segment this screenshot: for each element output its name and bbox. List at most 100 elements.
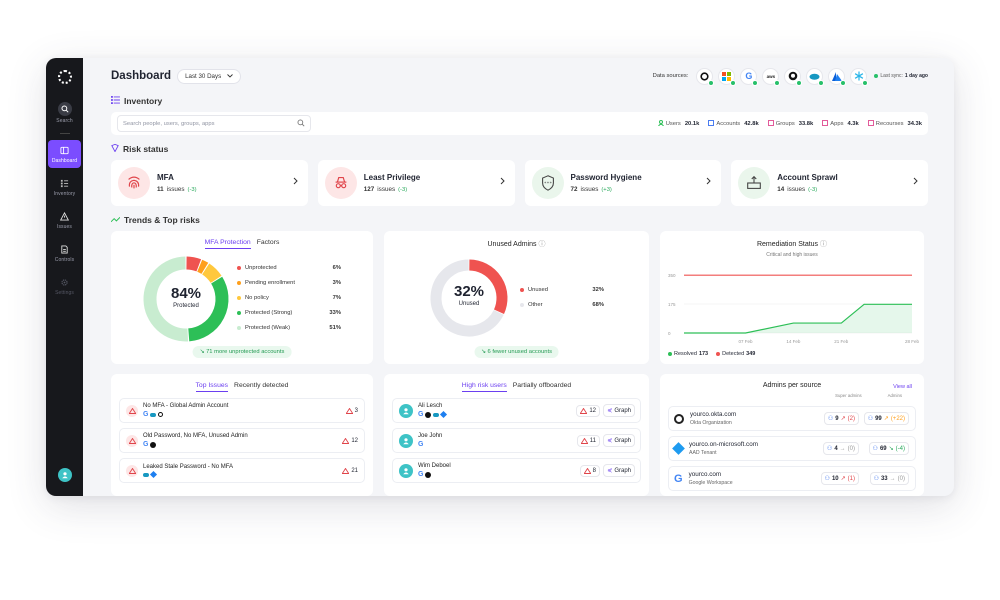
- admins-count: ⚇ 69 ↘ (-4): [868, 442, 909, 455]
- legend-label: Detected: [722, 351, 745, 357]
- donut-slice[interactable]: [201, 263, 222, 284]
- sidebar-item-settings[interactable]: Settings: [46, 272, 83, 300]
- trend-indicator: ↗: [840, 416, 846, 422]
- issue-count: 11: [157, 186, 164, 193]
- google-source-icon[interactable]: G: [740, 67, 759, 86]
- count-label: Users: [665, 120, 681, 127]
- last-sync-value: 1 day ago: [904, 73, 928, 79]
- microsoft-source-icon[interactable]: [718, 67, 737, 86]
- remediation-status-panel: Remediation Status ⓘ Critical and high i…: [660, 231, 924, 364]
- issue-title: No MFA - Global Admin Account: [143, 403, 229, 409]
- risk-card-least-privilege[interactable]: Least Privilege 127 issues (-3): [317, 160, 515, 206]
- donut-slice[interactable]: [197, 259, 209, 274]
- count-apps[interactable]: Apps 4.3k: [822, 119, 859, 128]
- chevron-right-icon: [293, 177, 298, 188]
- last-sync-label: Last sync:: [880, 73, 903, 79]
- legend-label: Unused: [528, 286, 548, 293]
- list-item[interactable]: Ali Lesch G 12 ⋞ Graph: [392, 398, 641, 423]
- user-avatar[interactable]: [57, 468, 72, 482]
- bottom-panels: Top Issues Recently detected No MFA - Gl…: [111, 374, 928, 496]
- unused-admins-footer-badge[interactable]: ↘ 6 fewer unused accounts: [474, 346, 559, 358]
- sidebar: Search Dashboard Inventory Issues Contro…: [46, 58, 83, 496]
- legend-label: Other: [528, 301, 543, 308]
- period-dropdown[interactable]: Last 30 Days: [177, 68, 242, 84]
- source-row[interactable]: yourco.on-microsoft.com AAD Tenant ⚇ 4 → (0)…: [668, 436, 916, 461]
- source-row[interactable]: G yourco.com Google Workspace ⚇ 10 ↗ (1) ⚇ 33…: [668, 466, 916, 491]
- count-recourses[interactable]: Recourses 34.3k: [867, 119, 922, 128]
- aws-source-icon[interactable]: aws: [762, 67, 781, 86]
- list-item[interactable]: Wim Deboel G 8 ⋞ Graph: [392, 458, 641, 483]
- tab-partially-offboarded[interactable]: Partially offboarded: [513, 382, 571, 392]
- sidebar-item-search[interactable]: Search: [46, 98, 83, 128]
- y-tick-label: 350: [668, 273, 676, 278]
- group-icon: [767, 119, 774, 128]
- sidebar-item-issues[interactable]: Issues: [46, 206, 83, 234]
- source-org: Okta Organization: [690, 420, 732, 426]
- view-all-link[interactable]: View all: [893, 384, 912, 390]
- legend-dot: [520, 302, 524, 307]
- list-item[interactable]: No MFA - Global Admin Account G 3: [119, 398, 365, 423]
- count-users[interactable]: Users 20.1k: [657, 119, 700, 128]
- tab-factors[interactable]: Factors: [257, 239, 280, 249]
- tab-recently-detected[interactable]: Recently detected: [234, 382, 288, 392]
- source-row[interactable]: yourco.okta.com Okta Organization ⚇ 9 ↗ (2) …: [668, 406, 916, 431]
- count-value: 33: [880, 475, 888, 482]
- inventory-title: Inventory: [124, 96, 163, 106]
- tab-mfa-protection[interactable]: MFA Protection: [204, 239, 251, 249]
- sidebar-item-controls[interactable]: Controls: [46, 239, 83, 267]
- list-icon: [59, 177, 71, 189]
- admin-icon: ⚇: [872, 446, 878, 452]
- panel-title: Remediation Status: [756, 241, 819, 248]
- github-source-icon[interactable]: [784, 67, 803, 86]
- count-value: 3: [354, 407, 358, 414]
- sidebar-item-dashboard[interactable]: Dashboard: [48, 140, 81, 168]
- list-item[interactable]: Joe John G 11 ⋞ Graph: [392, 428, 641, 453]
- inventory-bar: Search people, users, groups, apps Users…: [111, 112, 928, 135]
- count-value: 20.1k: [684, 120, 700, 127]
- issue-count: 3: [345, 407, 358, 414]
- count-value: 4.3k: [847, 120, 859, 127]
- sidebar-item-label: Search: [56, 118, 73, 124]
- last-sync: Last sync: 1 day ago: [874, 73, 928, 79]
- delta-value: (0): [897, 475, 905, 482]
- trend-indicator: ↗: [883, 416, 889, 422]
- count-value: 42.8k: [744, 120, 759, 127]
- graph-button[interactable]: ⋞ Graph: [603, 404, 635, 417]
- okta-source-icon[interactable]: [696, 67, 715, 86]
- list-item[interactable]: Old Password, No MFA, Unused Admin G 12: [119, 428, 365, 453]
- google-icon: G: [674, 472, 683, 485]
- google-icon: G: [143, 411, 149, 418]
- user-name: Wim Deboel: [418, 463, 451, 469]
- risk-card-account-sprawl[interactable]: Account Sprawl 14 issues (-3): [731, 160, 928, 206]
- search-input[interactable]: Search people, users, groups, apps: [117, 115, 311, 132]
- legend-label: Unprotected: [245, 264, 277, 271]
- count-accounts[interactable]: Accounts 42.8k: [708, 119, 759, 128]
- risk-card-mfa[interactable]: MFA 11 issues (-3): [111, 160, 308, 206]
- button-label: Graph: [614, 407, 631, 414]
- tab-top-issues[interactable]: Top Issues: [195, 382, 229, 392]
- app-window: Search Dashboard Inventory Issues Contro…: [46, 58, 954, 496]
- list-item[interactable]: Leaked Stale Password - No MFA 21: [119, 458, 365, 483]
- snowflake-source-icon[interactable]: [850, 67, 869, 86]
- top-issues-panel: Top Issues Recently detected No MFA - Gl…: [111, 374, 373, 496]
- app-logo[interactable]: [57, 70, 72, 84]
- trends-section-title: Trends & Top risks: [110, 215, 928, 225]
- panel-title: Unused Admins: [487, 241, 537, 248]
- sidebar-item-inventory[interactable]: Inventory: [46, 173, 83, 201]
- source-org: AAD Tenant: [689, 450, 717, 456]
- avatar: [399, 433, 413, 448]
- donut-slice[interactable]: [186, 256, 202, 272]
- count-groups[interactable]: Groups 33.8k: [767, 119, 813, 128]
- admins-count: ⚇ 99 ↗ (+22): [863, 412, 909, 425]
- azure-source-icon[interactable]: [828, 67, 847, 86]
- mfa-footer-badge[interactable]: ↘ 71 more unprotected accounts: [192, 346, 292, 358]
- y-tick-label: 0: [668, 331, 671, 336]
- x-tick-label: 28 Feb: [905, 339, 920, 344]
- risk-card-password-hygiene[interactable]: *** Password Hygiene 72 issues (+3): [524, 160, 722, 206]
- legend-item: Unprotected 6%: [237, 260, 341, 275]
- tab-high-risk-users[interactable]: High risk users: [461, 382, 507, 392]
- salesforce-source-icon[interactable]: [806, 67, 825, 86]
- graph-button[interactable]: ⋞ Graph: [603, 464, 635, 477]
- issue-title: Old Password, No MFA, Unused Admin: [143, 433, 248, 439]
- graph-button[interactable]: ⋞ Graph: [603, 434, 635, 447]
